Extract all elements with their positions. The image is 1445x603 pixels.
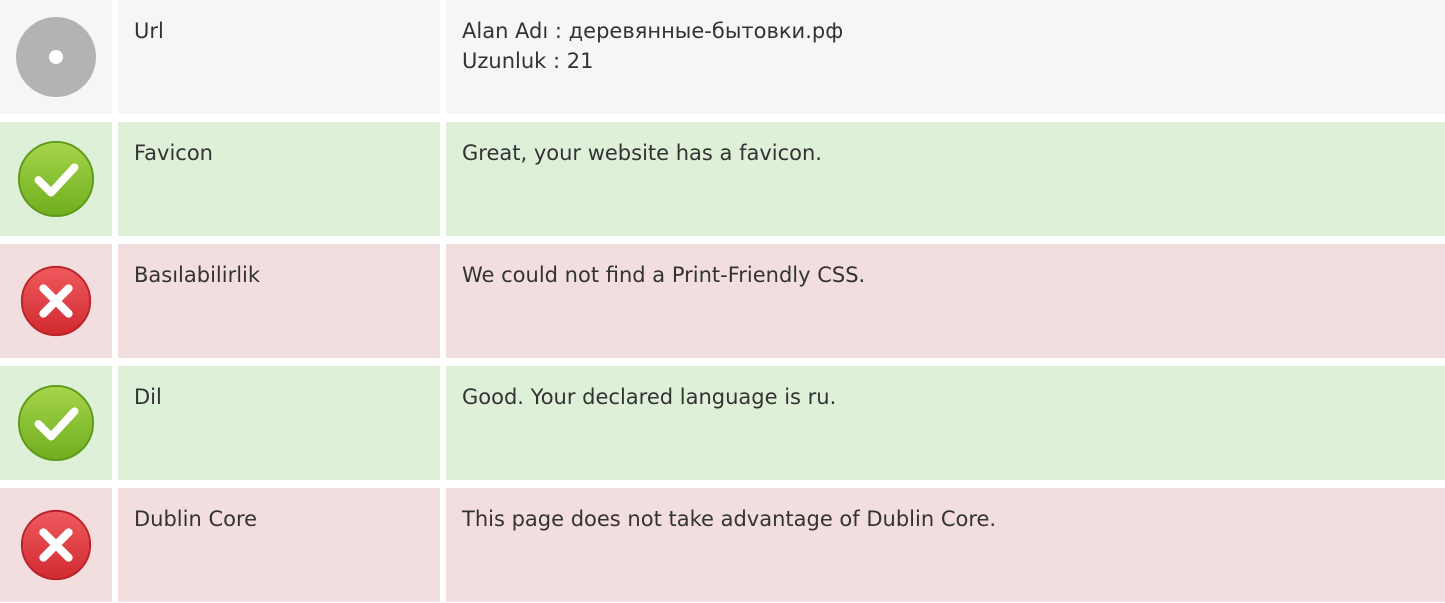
check-icon	[17, 140, 95, 218]
row-value: This page does not take advantage of Dub…	[446, 488, 1445, 602]
row-label: Favicon	[118, 122, 440, 236]
row-label: Dublin Core	[118, 488, 440, 602]
value-line: Great, your website has a favicon.	[462, 141, 822, 165]
status-cell	[0, 244, 112, 358]
value-line: This page does not take advantage of Dub…	[462, 507, 997, 531]
value-line: Alan Adı : деревянные-бытовки.рф	[462, 19, 844, 43]
result-row-dublin-core: Dublin Core This page does not take adva…	[0, 488, 1445, 602]
status-cell	[0, 366, 112, 480]
result-row-url: Url Alan Adı : деревянные-бытовки.рф Uzu…	[0, 0, 1445, 114]
status-cell	[0, 0, 112, 114]
row-label: Basılabilirlik	[118, 244, 440, 358]
row-label: Dil	[118, 366, 440, 480]
info-dot-icon	[16, 17, 96, 97]
value-line: We could not find a Print-Friendly CSS.	[462, 263, 866, 287]
check-icon	[17, 384, 95, 462]
cross-icon	[20, 509, 92, 581]
cross-icon	[20, 265, 92, 337]
result-row-language: Dil Good. Your declared language is ru.	[0, 366, 1445, 480]
result-row-printability: Basılabilirlik We could not find a Print…	[0, 244, 1445, 358]
row-label: Url	[118, 0, 440, 114]
seo-results-list: Url Alan Adı : деревянные-бытовки.рф Uzu…	[0, 0, 1445, 602]
status-cell	[0, 122, 112, 236]
row-value: Great, your website has a favicon.	[446, 122, 1445, 236]
value-line: Good. Your declared language is ru.	[462, 385, 837, 409]
row-value: Good. Your declared language is ru.	[446, 366, 1445, 480]
status-cell	[0, 488, 112, 602]
result-row-favicon: Favicon Great, your website has a favico…	[0, 122, 1445, 236]
row-value: We could not find a Print-Friendly CSS.	[446, 244, 1445, 358]
value-line: Uzunluk : 21	[462, 49, 594, 73]
row-value: Alan Adı : деревянные-бытовки.рф Uzunluk…	[446, 0, 1445, 114]
